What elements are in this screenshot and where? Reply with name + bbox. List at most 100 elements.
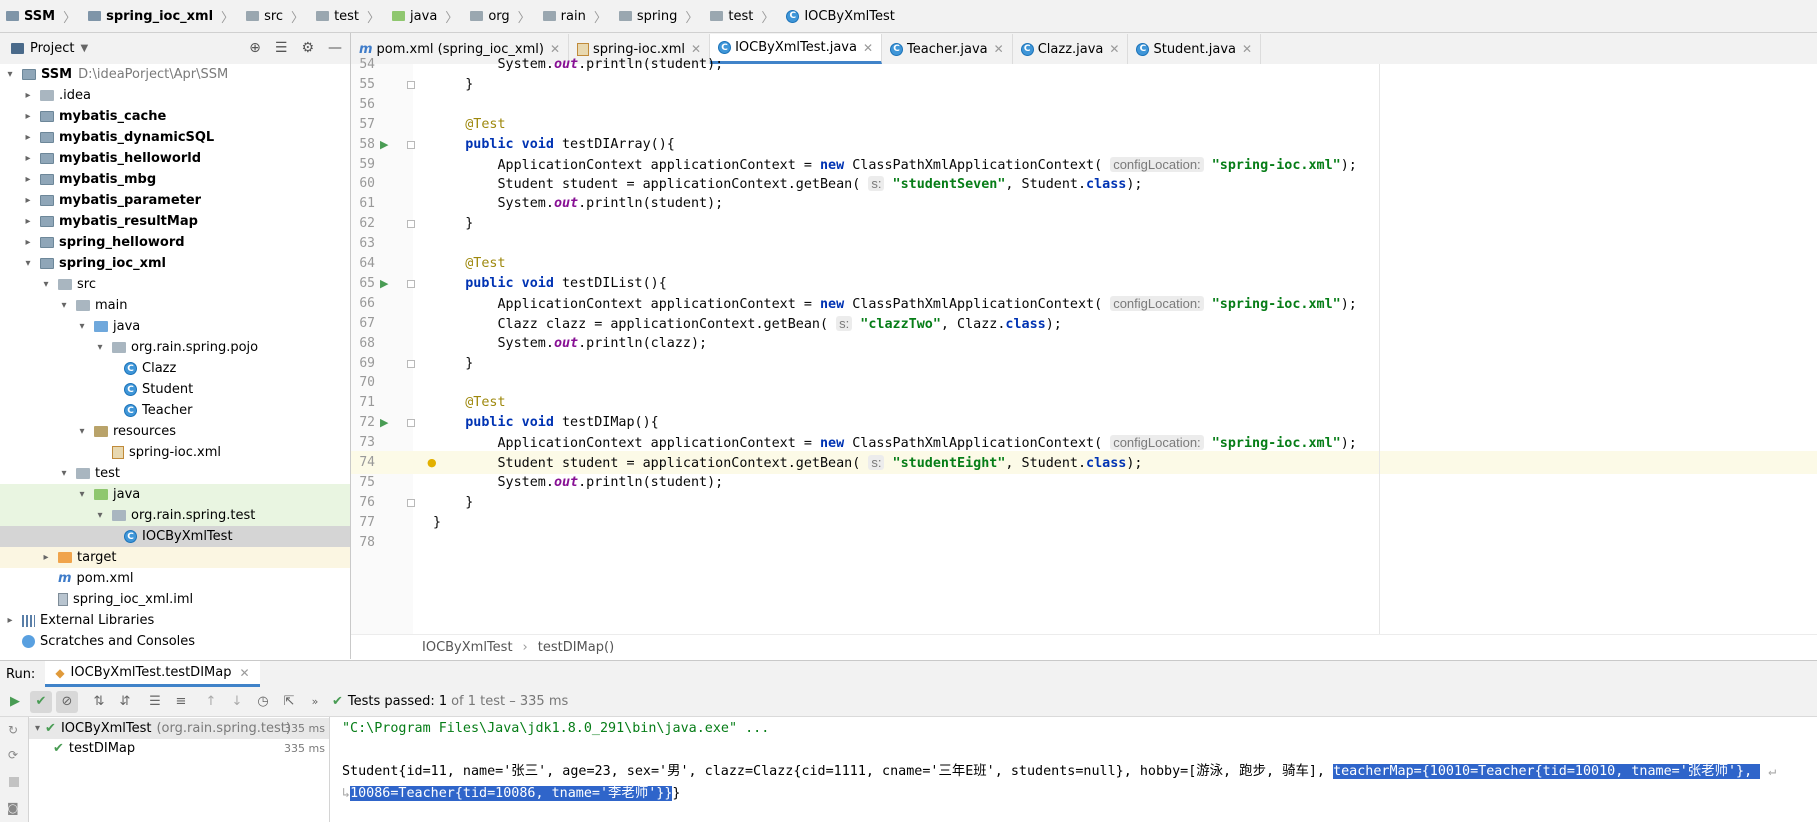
fold-marker-icon[interactable] [407, 220, 415, 229]
expand-all-icon[interactable]: ☰ [144, 691, 166, 713]
fold-marker-icon[interactable] [407, 279, 415, 288]
rerun-failed-icon[interactable]: ↻ [8, 723, 18, 737]
tree-item[interactable]: ▸ mybatis_parameter [0, 190, 350, 211]
stop-icon[interactable] [9, 777, 19, 787]
chevron-down-icon[interactable]: ▾ [4, 69, 16, 80]
tree-item[interactable]: spring_ioc_xml.iml [0, 589, 350, 610]
chevron-right-icon[interactable]: ▸ [22, 153, 34, 164]
collapse-all-icon[interactable]: ≡ [170, 691, 192, 713]
tree-item[interactable]: ▾ org.rain.spring.pojo [0, 337, 350, 358]
camera-icon[interactable]: ◙ [7, 801, 19, 815]
gear-icon[interactable]: ⚙ [301, 40, 314, 56]
breadcrumb-item[interactable]: rain 〉 [537, 7, 613, 26]
run-test-icon[interactable]: ▶ [380, 272, 388, 295]
chevron-down-icon[interactable]: ▾ [35, 723, 40, 734]
editor-tab[interactable]: C Clazz.java ✕ [1013, 34, 1129, 64]
fold-marker-icon[interactable] [407, 359, 415, 368]
breadcrumb-class[interactable]: IOCByXmlTest [422, 640, 513, 655]
tree-item[interactable]: ▸ External Libraries [0, 610, 350, 631]
tree-item[interactable]: spring-ioc.xml [0, 442, 350, 463]
hide-icon[interactable]: — [328, 40, 342, 56]
tree-item[interactable]: Scratches and Consoles [0, 631, 350, 652]
toggle-auto-test-icon[interactable]: ⟳ [8, 748, 18, 762]
locate-icon[interactable]: ⊕ [249, 40, 261, 56]
tree-item[interactable]: ▾ org.rain.spring.test [0, 505, 350, 526]
breadcrumb-item[interactable]: org 〉 [464, 7, 536, 26]
breadcrumb-item[interactable]: C IOCByXmlTest [780, 9, 901, 24]
rerun-icon[interactable]: ▶ [4, 691, 26, 713]
chevron-right-icon[interactable]: ▸ [22, 90, 34, 101]
show-ignored-icon[interactable]: ⊘ [56, 690, 78, 713]
chevron-down-icon[interactable]: ▾ [58, 468, 70, 479]
tree-item[interactable]: m pom.xml [0, 568, 350, 589]
chevron-right-icon[interactable]: ▸ [22, 216, 34, 227]
more-icon[interactable]: » [304, 691, 326, 713]
fold-marker-icon[interactable] [407, 419, 415, 428]
chevron-right-icon[interactable]: ▸ [22, 111, 34, 122]
sort-alpha-icon[interactable]: ⇅ [88, 691, 110, 713]
editor-tab[interactable]: C Student.java ✕ [1128, 34, 1262, 64]
breadcrumb-method[interactable]: testDIMap() [538, 640, 614, 655]
tree-item[interactable]: C Student [0, 379, 350, 400]
chevron-down-icon[interactable]: ▾ [76, 489, 88, 500]
breadcrumb-item[interactable]: spring_ioc_xml 〉 [82, 7, 240, 26]
dropdown-arrow-icon[interactable]: ▼ [80, 43, 88, 54]
tree-item[interactable]: ▸ mybatis_resultMap [0, 211, 350, 232]
previous-icon[interactable]: ↑ [200, 691, 222, 713]
tree-item[interactable]: C Teacher [0, 400, 350, 421]
console-output[interactable]: "C:\Program Files\Java\jdk1.8.0_291\bin\… [330, 717, 1817, 822]
sort-duration-icon[interactable]: ⇵ [114, 691, 136, 713]
next-icon[interactable]: ↓ [226, 691, 248, 713]
tree-item[interactable]: C IOCByXmlTest [0, 526, 350, 547]
close-icon[interactable]: ✕ [994, 42, 1004, 56]
tree-item[interactable]: C Clazz [0, 358, 350, 379]
tree-item[interactable]: ▸ mybatis_helloworld [0, 148, 350, 169]
tree-item[interactable]: ▾ java [0, 316, 350, 337]
history-icon[interactable]: ◷ [252, 691, 274, 713]
tree-item[interactable]: ▾ SSM D:\ideaPorject\Apr\SSM [0, 64, 350, 85]
tree-item[interactable]: ▸ mybatis_dynamicSQL [0, 127, 350, 148]
chevron-down-icon[interactable]: ▾ [94, 510, 106, 521]
breadcrumb-item[interactable]: test 〉 [310, 7, 386, 26]
tree-item[interactable]: ▾ java [0, 484, 350, 505]
tree-item[interactable]: ▸ .idea [0, 85, 350, 106]
chevron-right-icon[interactable]: ▸ [40, 552, 52, 563]
fold-marker-icon[interactable] [407, 498, 415, 507]
chevron-down-icon[interactable]: ▾ [94, 342, 106, 353]
tree-item[interactable]: ▸ target [0, 547, 350, 568]
chevron-down-icon[interactable]: ▾ [22, 258, 34, 269]
project-view-selector[interactable]: Project [30, 41, 74, 56]
chevron-down-icon[interactable]: ▾ [58, 300, 70, 311]
tree-item[interactable]: ▾ spring_ioc_xml [0, 253, 350, 274]
breadcrumb-item[interactable]: spring 〉 [613, 7, 705, 26]
breadcrumb-item[interactable]: test 〉 [704, 7, 780, 26]
editor-tab[interactable]: C IOCByXmlTest.java ✕ [710, 34, 883, 64]
chevron-right-icon[interactable]: ▸ [22, 174, 34, 185]
test-result-item[interactable]: ✔ testDIMap 335 ms [29, 738, 329, 759]
chevron-right-icon[interactable]: ▸ [4, 615, 16, 626]
chevron-right-icon[interactable]: ▸ [22, 237, 34, 248]
tree-item[interactable]: ▾ resources [0, 421, 350, 442]
fold-marker-icon[interactable] [407, 140, 415, 149]
chevron-down-icon[interactable]: ▾ [76, 321, 88, 332]
collapse-all-icon[interactable]: ☰ [275, 40, 288, 56]
tree-item[interactable]: ▸ mybatis_mbg [0, 169, 350, 190]
chevron-down-icon[interactable]: ▾ [76, 426, 88, 437]
tree-item[interactable]: ▾ src [0, 274, 350, 295]
chevron-down-icon[interactable]: ▾ [40, 279, 52, 290]
breadcrumb-item[interactable]: SSM 〉 [0, 7, 82, 26]
chevron-right-icon[interactable]: ▸ [22, 195, 34, 206]
export-icon[interactable]: ⇱ [278, 691, 300, 713]
breadcrumb-item[interactable]: java 〉 [386, 7, 464, 26]
run-test-icon[interactable]: ▶ [380, 411, 388, 434]
run-test-icon[interactable]: ▶ [380, 133, 388, 156]
close-icon[interactable]: ✕ [863, 41, 873, 55]
close-icon[interactable]: ✕ [1242, 42, 1252, 56]
tree-item[interactable]: ▸ spring_helloword [0, 232, 350, 253]
close-icon[interactable]: ✕ [1109, 42, 1119, 56]
chevron-right-icon[interactable]: ▸ [22, 132, 34, 143]
fold-marker-icon[interactable] [407, 80, 415, 89]
test-result-item[interactable]: ▾ ✔ IOCByXmlTest (org.rain.spring.test) 335 … [29, 718, 329, 739]
show-passed-icon[interactable]: ✔ [30, 690, 52, 713]
run-tab[interactable]: ◆ IOCByXmlTest.testDIMap ✕ [45, 661, 260, 687]
